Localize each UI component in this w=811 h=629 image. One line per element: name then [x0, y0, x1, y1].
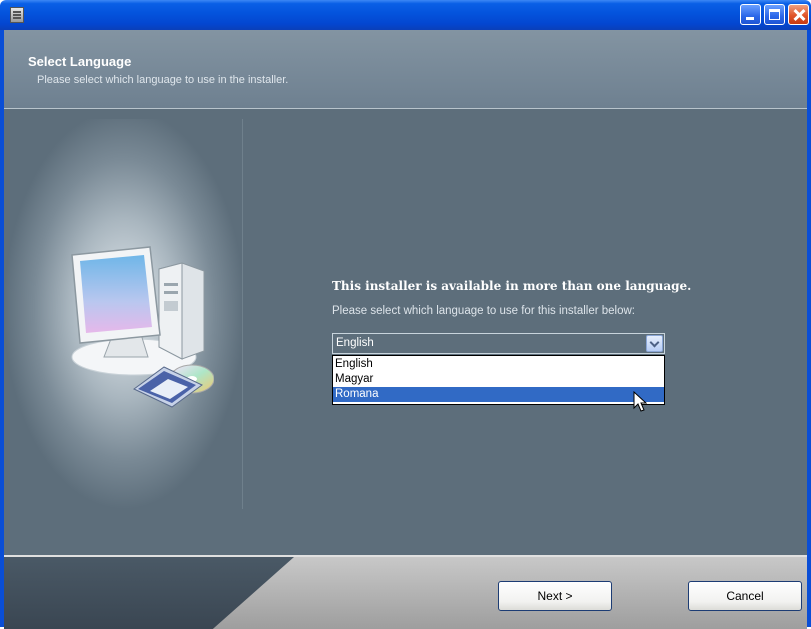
page-header: Select Language Please select which lang…: [4, 30, 807, 109]
minimize-button[interactable]: [740, 4, 761, 25]
language-select-value: English: [336, 337, 374, 349]
installer-app-icon[interactable]: [10, 7, 24, 23]
language-dropdown-list: English Magyar Romana: [332, 355, 665, 405]
intro-text: Please select which language to use for …: [332, 305, 636, 317]
language-option-magyar[interactable]: Magyar: [333, 372, 664, 387]
title-bar: [0, 0, 811, 30]
language-select[interactable]: English: [332, 333, 665, 354]
close-button[interactable]: [788, 4, 809, 25]
cancel-button[interactable]: Cancel: [688, 581, 802, 611]
page-title: Select Language: [28, 54, 132, 69]
chevron-down-icon[interactable]: [646, 335, 663, 352]
footer-bar: Next > Cancel: [4, 555, 807, 629]
window-frame-right: [807, 30, 811, 627]
main-panel: This installer is available in more than…: [4, 109, 807, 555]
page-subtitle: Please select which language to use in t…: [37, 74, 289, 86]
next-button[interactable]: Next >: [498, 581, 612, 611]
illustration-backdrop: [4, 119, 243, 509]
language-option-english[interactable]: English: [333, 357, 664, 372]
maximize-button[interactable]: [764, 4, 785, 25]
computer-icon: [71, 246, 214, 408]
mouse-pointer-icon: [633, 391, 647, 412]
language-option-romana[interactable]: Romana: [333, 387, 664, 402]
intro-heading: This installer is available in more than…: [332, 279, 692, 293]
footer-decoration: [4, 557, 294, 629]
